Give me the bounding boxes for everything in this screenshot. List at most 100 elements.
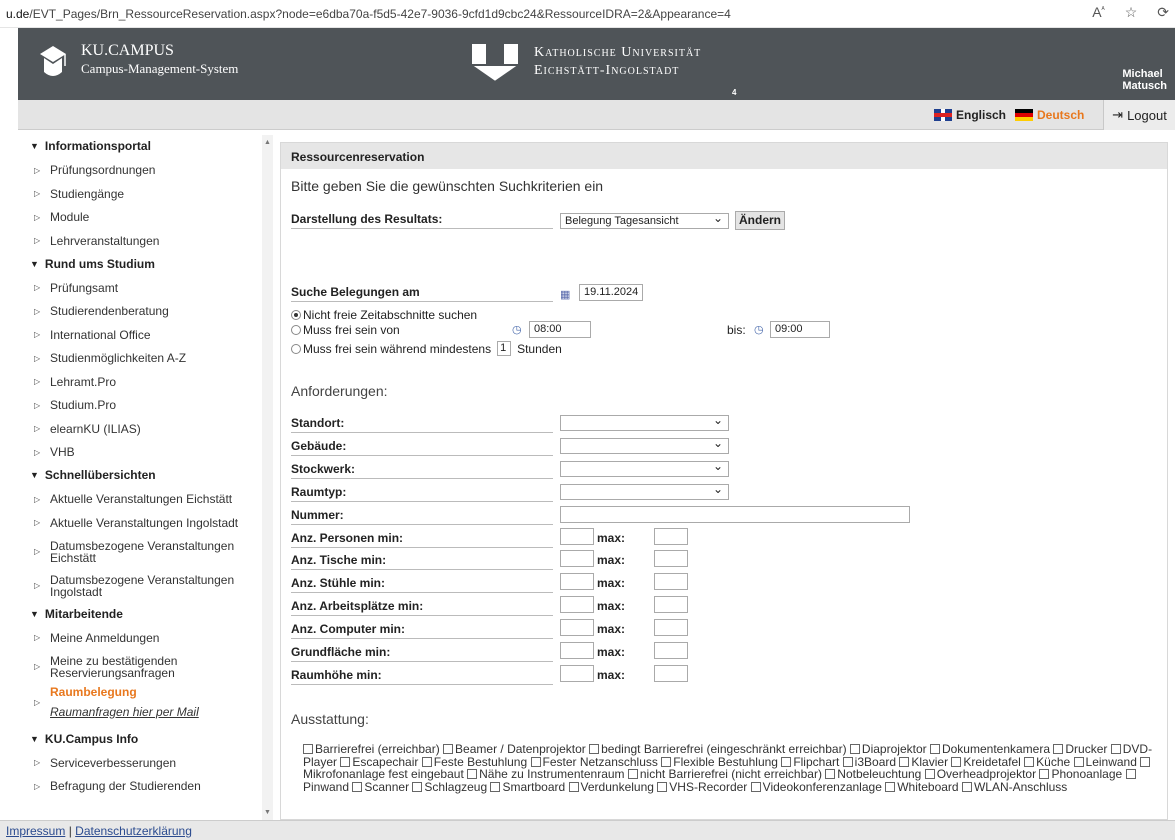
sidebar-item[interactable]: ▷ Studierendenberatung — [18, 300, 273, 324]
campus-logo-icon — [40, 46, 66, 76]
sidebar-item[interactable]: ▷ Studium.Pro — [18, 394, 273, 418]
sidebar-item[interactable]: ▷ Meine Anmeldungen — [18, 626, 273, 650]
sidebar-item[interactable]: ▷ Lehramt.Pro — [18, 370, 273, 394]
sidebar-item[interactable]: ▷ Datumsbezogene Veranstaltungen Ingolstad… — [18, 569, 273, 603]
time-to-input[interactable]: 09:00 — [770, 321, 830, 338]
sidebar-item[interactable]: ▷ Meine zu bestätigenden Reservierungsanfr… — [18, 650, 273, 684]
version-number: 4 — [732, 88, 737, 97]
chairs-min-input[interactable] — [560, 573, 594, 590]
display-select[interactable]: Belegung Tagesansicht — [560, 211, 729, 229]
computers-min-input[interactable] — [560, 619, 594, 636]
sidebar-cat[interactable]: ▼ KU.Campus Info — [18, 728, 273, 752]
persons-min-input[interactable] — [560, 528, 594, 545]
location-select[interactable] — [560, 413, 729, 431]
logout-button[interactable]: ⇥ Logout — [1103, 100, 1175, 130]
sidebar-item[interactable]: ▷ Serviceverbesserungen — [18, 751, 273, 775]
intro-text: Bitte geben Sie die gewünschten Suchkrit… — [291, 178, 604, 194]
search-date-input[interactable]: 19.11.2024 — [579, 284, 643, 301]
sidebar-item[interactable]: ▷ Module — [18, 206, 273, 230]
sidebar-cat[interactable]: ▼ Rund ums Studium — [18, 253, 273, 277]
sidebar-scrollbar[interactable]: ▲ ▼ — [262, 135, 273, 820]
campus-subtitle: Campus-Management-System — [81, 61, 239, 76]
sidebar-item[interactable]: ▷ elearnKU (ILIAS) — [18, 417, 273, 441]
refresh-icon[interactable]: ⟳ — [1157, 4, 1169, 21]
workplaces-max-input[interactable] — [654, 596, 688, 613]
time-from-input[interactable]: 08:00 — [529, 321, 591, 338]
sidebar-item[interactable]: ▷ Prüfungsordnungen — [18, 159, 273, 183]
sidebar-item[interactable]: ▷ Studienmöglichkeiten A-Z — [18, 347, 273, 371]
scroll-up-icon[interactable]: ▲ — [264, 139, 271, 146]
calendar-icon[interactable]: ▦ — [560, 288, 570, 301]
sidebar-item[interactable]: ▷ Studiengänge — [18, 182, 273, 206]
clock-icon[interactable]: ◷ — [512, 323, 522, 336]
sidebar-item[interactable]: ▷ VHB — [18, 441, 273, 465]
workplaces-min-input[interactable] — [560, 596, 594, 613]
height-min-label: Raumhöhe min: — [291, 668, 553, 685]
amenity-checkbox[interactable]: Scanner — [352, 780, 412, 794]
tables-max-input[interactable] — [654, 550, 688, 567]
change-button[interactable]: Ändern — [735, 211, 785, 230]
url-text[interactable]: u.de/EVT_Pages/Brn_RessourceReservation.… — [6, 7, 731, 21]
building-select[interactable] — [560, 436, 729, 454]
max-label: max: — [597, 576, 626, 590]
area-max-input[interactable] — [654, 642, 688, 659]
read-aloud-icon[interactable]: Aᴬ — [1092, 4, 1105, 21]
chairs-max-input[interactable] — [654, 573, 688, 590]
sidebar-item[interactable]: ▷ Aktuelle Veranstaltungen Ingolstadt — [18, 511, 273, 535]
until-label: bis: — [727, 323, 746, 337]
height-max-input[interactable] — [654, 665, 688, 682]
amenity-checkbox[interactable]: Videokonferenzanlage — [750, 780, 886, 794]
sidebar-cat[interactable]: ▼ Informationsportal — [18, 135, 273, 159]
amenity-checkbox[interactable]: Verdunkelung — [568, 780, 658, 794]
browser-address-bar[interactable]: u.de/EVT_Pages/Brn_RessourceReservation.… — [0, 0, 1175, 28]
computers-max-input[interactable] — [654, 619, 688, 636]
page-title: Ressourcenreservation — [281, 143, 1167, 169]
number-input[interactable] — [560, 506, 910, 523]
persons-max-input[interactable] — [654, 528, 688, 545]
page-footer: Impressum | Datenschutzerklärung — [0, 820, 1175, 840]
floor-label: Stockwerk: — [291, 462, 553, 479]
location-label: Standort: — [291, 416, 553, 433]
lang-german-link[interactable]: Deutsch — [1015, 108, 1084, 122]
university-name-line2: Eichstätt-Ingolstadt — [534, 63, 680, 78]
university-name-line1: Katholische Universität — [534, 45, 702, 60]
hours-input[interactable]: 1 — [497, 341, 512, 356]
area-min-input[interactable] — [560, 642, 594, 659]
tables-min-input[interactable] — [560, 550, 594, 567]
roomtype-select[interactable] — [560, 482, 729, 500]
radio-free-during[interactable]: Muss frei sein während mindestens 1 Stun… — [291, 341, 562, 356]
sidebar-cat[interactable]: ▼ Schnellübersichten — [18, 464, 273, 488]
workplaces-min-label: Anz. Arbeitsplätze min: — [291, 599, 553, 616]
sidebar-cat[interactable]: ▼ Mitarbeitende — [18, 603, 273, 627]
german-flag-icon — [1015, 109, 1033, 121]
radio-not-free[interactable]: Nicht freie Zeitabschnitte suchen — [291, 308, 477, 322]
clock-icon[interactable]: ◷ — [754, 323, 764, 336]
privacy-link[interactable]: Datenschutzerklärung — [75, 824, 192, 838]
sidebar-item[interactable]: ▷ International Office — [18, 323, 273, 347]
max-label: max: — [597, 622, 626, 636]
sidebar-item[interactable]: ▷ Datumsbezogene Veranstaltungen Eichstätt — [18, 535, 273, 569]
impressum-link[interactable]: Impressum — [6, 824, 65, 838]
floor-select[interactable] — [560, 459, 729, 477]
amenity-checkbox[interactable]: Schlagzeug — [412, 780, 490, 794]
amenity-checkbox[interactable]: WLAN-Anschluss — [961, 780, 1067, 794]
amenity-checkbox[interactable]: Smartboard — [490, 780, 568, 794]
sidebar-item[interactable]: ▷ Lehrveranstaltungen — [18, 229, 273, 253]
number-label: Nummer: — [291, 508, 553, 525]
sidebar-item[interactable]: ▷ Prüfungsamt — [18, 276, 273, 300]
max-label: max: — [597, 599, 626, 613]
display-label: Darstellung des Resultats: — [291, 212, 553, 229]
amenity-checkbox[interactable]: VHS-Recorder — [657, 780, 750, 794]
room-request-mail-link[interactable]: Raumanfragen hier per Mail — [50, 705, 199, 719]
requirements-heading: Anforderungen: — [291, 383, 388, 399]
radio-free-from[interactable]: Muss frei sein von — [291, 323, 400, 337]
amenity-checkbox[interactable]: Whiteboard — [885, 780, 962, 794]
lang-english-link[interactable]: Englisch — [934, 108, 1006, 122]
max-label: max: — [597, 553, 626, 567]
favorite-star-icon[interactable]: ☆ — [1125, 4, 1138, 21]
sidebar-item-raumbelegung[interactable]: ▷ Raumbelegung Raumanfragen hier per Mail — [18, 684, 273, 724]
height-min-input[interactable] — [560, 665, 594, 682]
sidebar-item[interactable]: ▷ Befragung der Studierenden — [18, 775, 273, 799]
scroll-down-icon[interactable]: ▼ — [264, 809, 271, 816]
sidebar-item[interactable]: ▷ Aktuelle Veranstaltungen Eichstätt — [18, 488, 273, 512]
